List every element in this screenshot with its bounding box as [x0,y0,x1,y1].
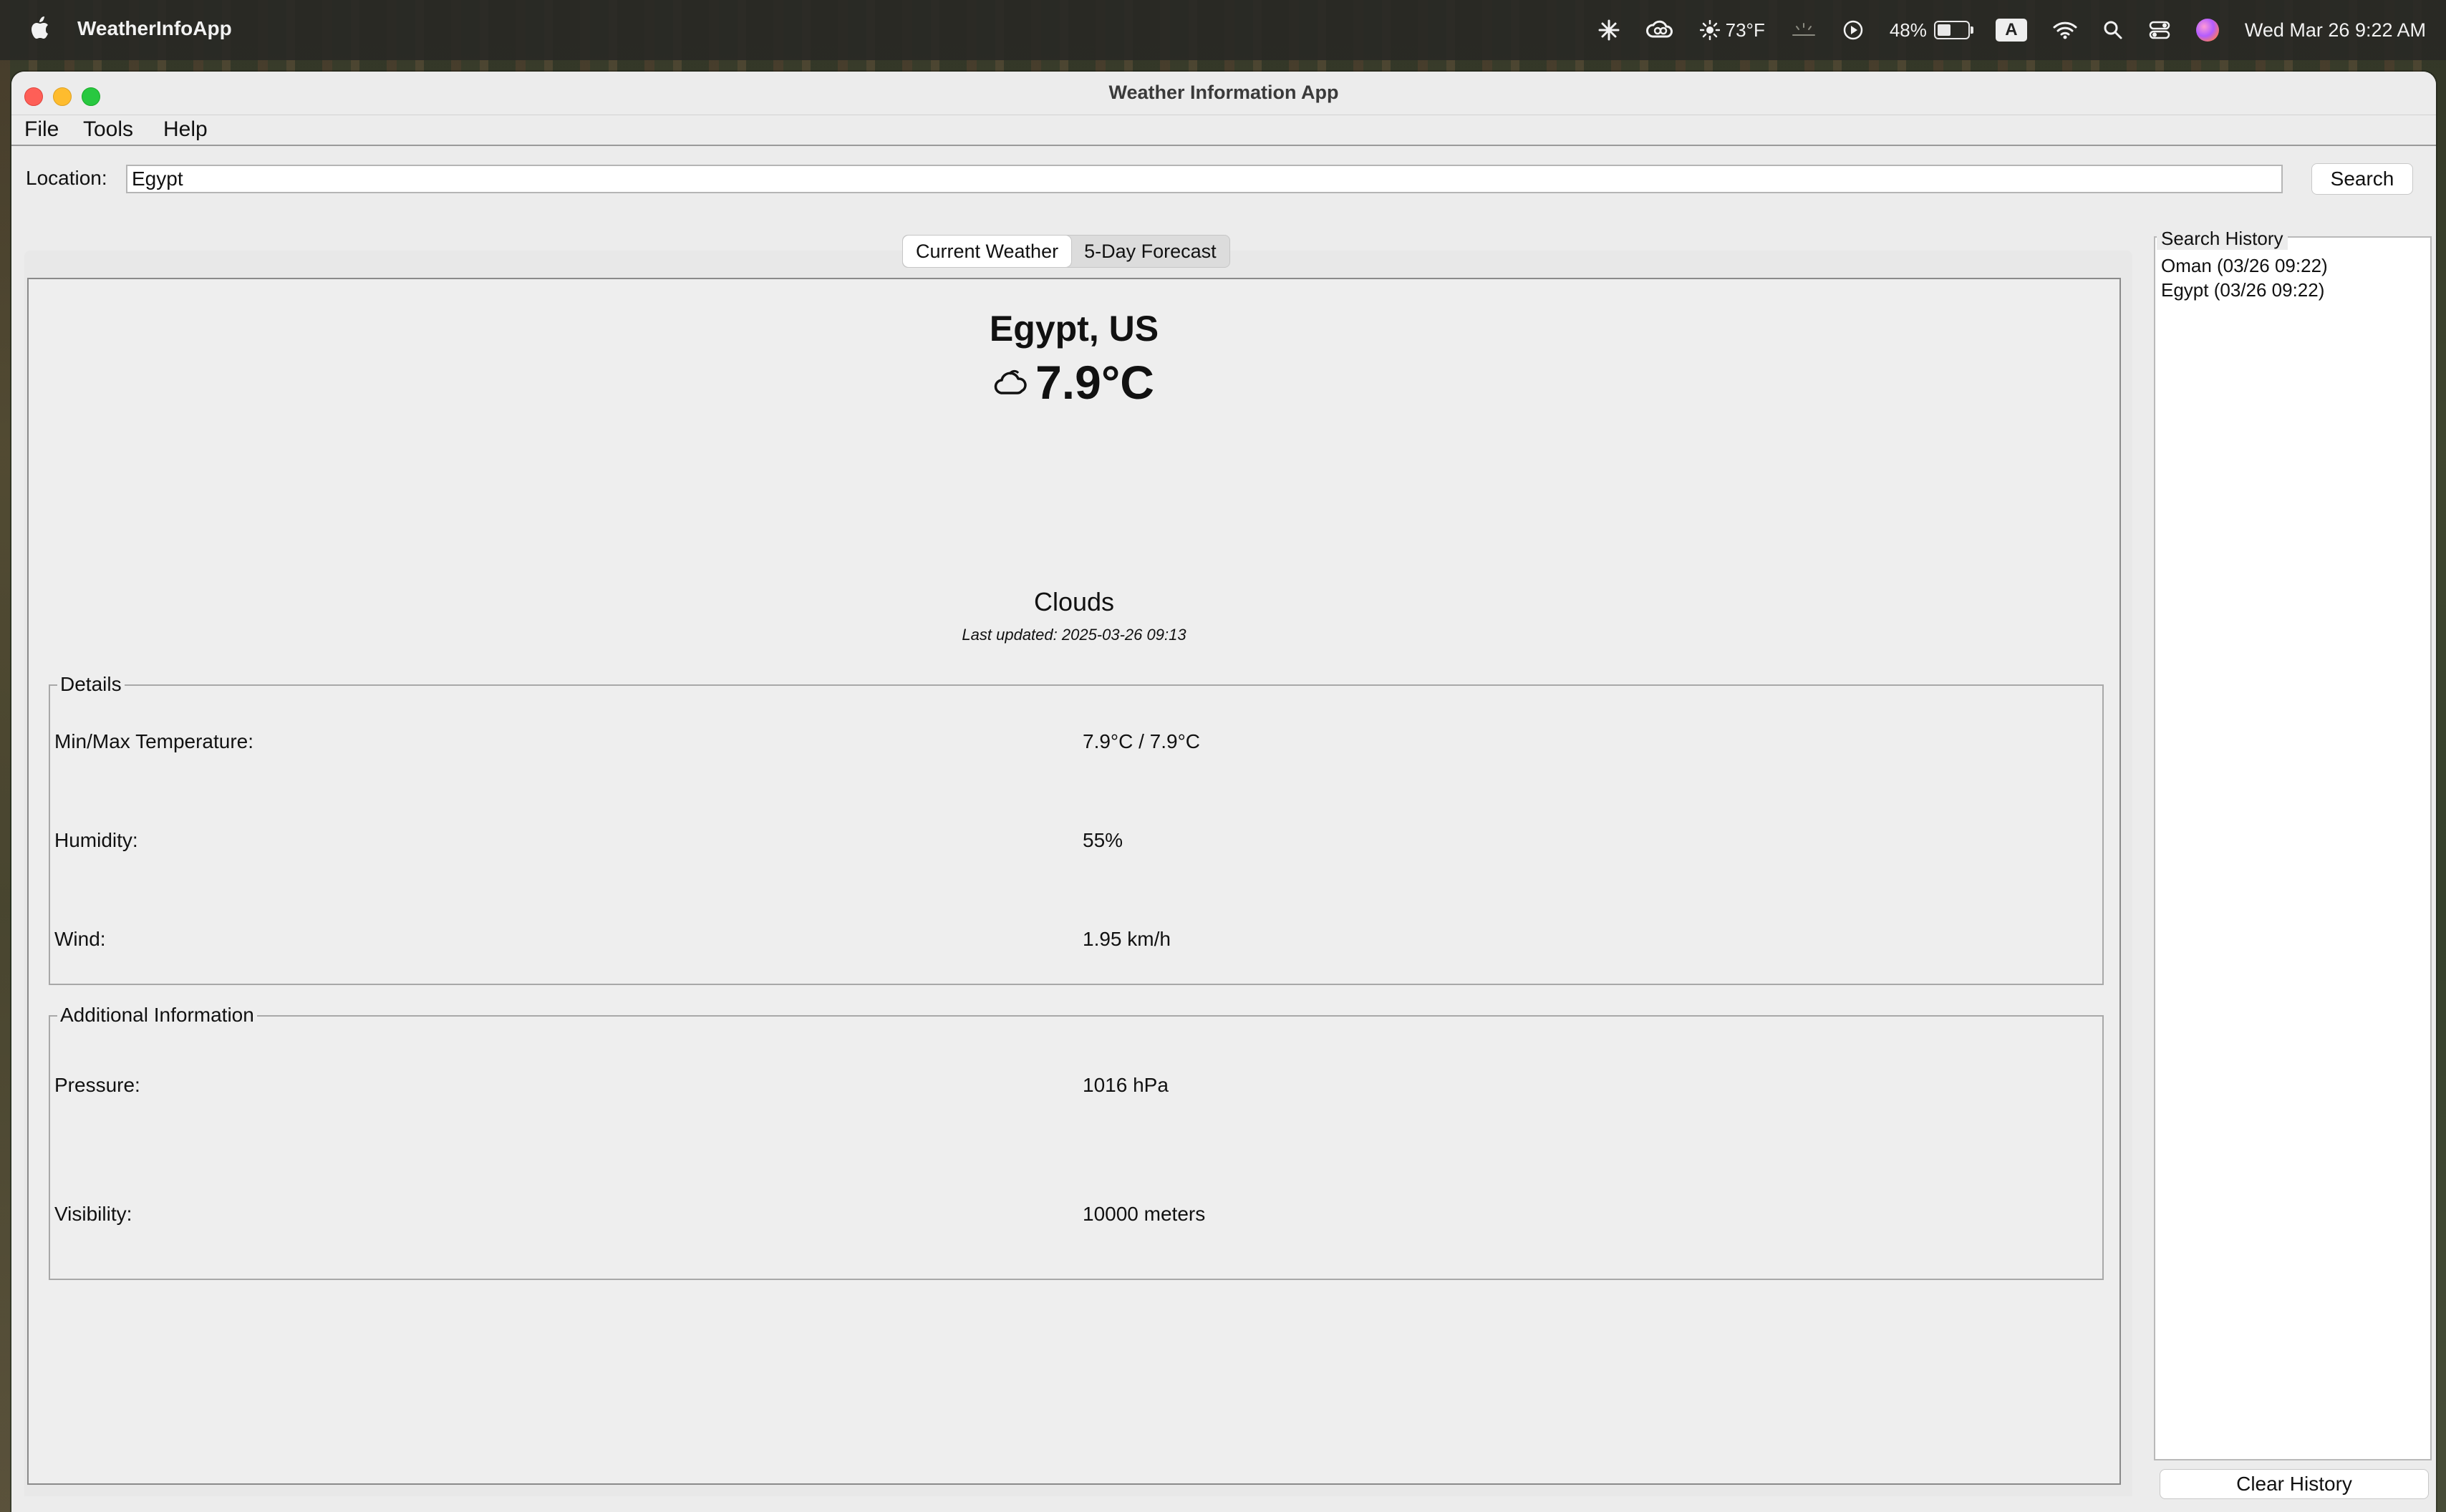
current-temperature: 7.9°C [1035,356,1154,409]
wind-label: Wind: [54,928,106,950]
clear-history-button[interactable]: Clear History [2160,1469,2429,1499]
location-input[interactable] [126,165,2283,193]
history-item[interactable]: Egypt (03/26 09:22) [2161,279,2324,301]
visibility-value: 10000 meters [1083,1203,1206,1225]
status-items: 73°F 48% A Wed Mar 26 9:22 AM [1572,0,2426,60]
location-label: Location: [26,167,107,189]
weather-status-item[interactable]: 73°F [1699,0,1765,60]
app-menu-bar: File Tools Help [11,115,2436,146]
details-title: Details [57,673,125,696]
control-center-icon[interactable] [2149,0,2170,60]
spotlight-search-icon[interactable] [2103,0,2123,60]
sun-icon [1699,20,1720,40]
active-app-name[interactable]: WeatherInfoApp [77,17,232,40]
input-source-item[interactable]: A [1995,0,2027,60]
pressure-label: Pressure: [54,1074,140,1096]
location-title: Egypt, US [989,309,1159,349]
now-playing-icon[interactable] [1842,0,1864,60]
temperature-row: 7.9°C [29,355,2119,410]
input-source-badge: A [1995,19,2027,42]
tab-bar: Current Weather 5-Day Forecast [902,235,1230,268]
app-window: Weather Information App File Tools Help … [11,72,2436,1512]
pressure-value: 1016 hPa [1083,1074,1169,1096]
current-weather-panel: Egypt, US 7.9°C Clouds Last updated: 202… [27,278,2121,1485]
window-title: Weather Information App [1108,82,1339,103]
visibility-label: Visibility: [54,1203,132,1225]
wifi-icon[interactable] [2053,0,2077,60]
battery-icon [1933,21,1973,39]
siri-icon[interactable] [2195,0,2219,60]
battery-status-item[interactable]: 48% [1889,0,1973,60]
battery-percent-label: 48% [1889,19,1927,41]
system-menu-bar: WeatherInfoApp 73°F 48% A Wed Mar 26 9:2… [0,0,2446,60]
weather-temp-label: 73°F [1725,19,1765,41]
wind-value: 1.95 km/h [1083,928,1171,950]
window-titlebar[interactable]: Weather Information App [11,72,2436,115]
history-item[interactable]: Oman (03/26 09:22) [2161,255,2328,277]
apple-icon[interactable] [29,14,53,43]
menu-file[interactable]: File [24,117,59,142]
menu-help[interactable]: Help [163,117,208,142]
creative-cloud-icon[interactable] [1645,0,1674,60]
humidity-value: 55% [1083,829,1123,851]
weather-condition: Clouds [1033,587,1115,616]
additional-info-group: Additional Information Pressure: 1016 hP… [49,1004,2104,1280]
menubar-clock[interactable]: Wed Mar 26 9:22 AM [2245,0,2426,60]
search-history-list[interactable]: Oman (03/26 09:22) Egypt (03/26 09:22) [2154,236,2432,1460]
search-history-title: Search History [2157,228,2288,250]
cloud-icon [994,369,1027,394]
tab-5-day-forecast[interactable]: 5-Day Forecast [1071,236,1229,267]
night-shift-icon[interactable] [1791,0,1817,60]
search-button[interactable]: Search [2311,163,2413,195]
brightness-icon[interactable] [1598,0,1620,60]
last-updated: Last updated: 2025-03-26 09:13 [962,626,1186,644]
additional-info-title: Additional Information [57,1004,257,1027]
minmax-temp-label: Min/Max Temperature: [54,730,254,752]
tab-current-weather[interactable]: Current Weather [903,236,1072,267]
minmax-temp-value: 7.9°C / 7.9°C [1083,730,1201,752]
menu-tools[interactable]: Tools [83,117,133,142]
details-group: Details Min/Max Temperature: 7.9°C / 7.9… [49,673,2104,985]
humidity-label: Humidity: [54,829,138,851]
